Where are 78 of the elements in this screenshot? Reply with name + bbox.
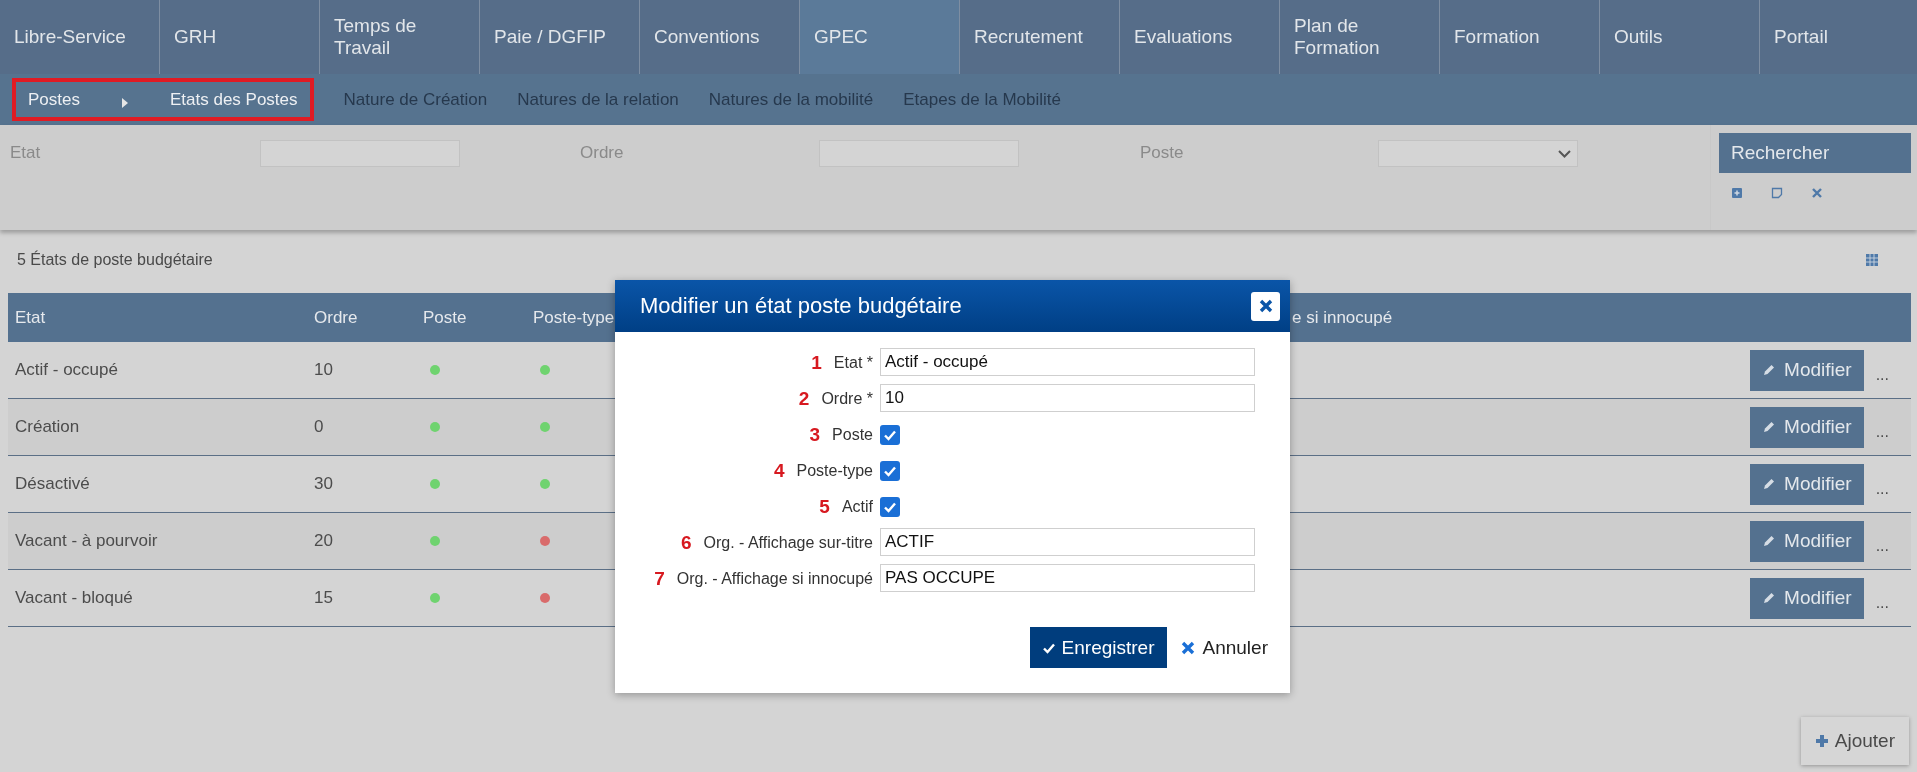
column-header: Ordre — [314, 307, 358, 328]
close-button[interactable] — [1251, 291, 1280, 321]
subnav-link[interactable]: Natures de la mobilité — [708, 89, 874, 110]
add-button[interactable]: Ajouter — [1800, 717, 1909, 765]
more-link[interactable]: ... — [1875, 527, 1889, 555]
column-header: Etat — [15, 307, 46, 328]
cancel-button[interactable]: Annuler — [1180, 636, 1268, 659]
field-label: Etat * — [833, 353, 873, 372]
search-button[interactable]: Rechercher — [1719, 133, 1911, 173]
field-label: Poste — [832, 425, 873, 444]
more-link[interactable]: ... — [1875, 470, 1889, 498]
more-link[interactable]: ... — [1875, 413, 1889, 441]
field-label: Poste-type — [796, 461, 873, 480]
column-header: Poste-type — [533, 307, 615, 328]
list-title: 5 États de poste budgétaire — [17, 251, 213, 269]
pencil-icon — [1762, 591, 1777, 605]
select-field[interactable] — [1378, 140, 1578, 167]
checkbox[interactable] — [880, 424, 900, 445]
save-button[interactable]: Enregistrer — [1029, 627, 1167, 668]
close-icon[interactable] — [1811, 187, 1823, 199]
step-number: 5 — [819, 495, 830, 518]
table-cell-text: Vacant - à pourvoir — [14, 531, 159, 551]
filter-label: Ordre — [579, 142, 625, 164]
pencil-icon — [1762, 477, 1777, 491]
edit-button[interactable]: Modifier — [1750, 520, 1864, 562]
column-header: Poste — [423, 307, 467, 328]
edit-button[interactable]: Modifier — [1750, 406, 1864, 448]
close-icon — [1258, 299, 1273, 313]
close-icon — [1180, 640, 1195, 655]
checkbox[interactable] — [880, 496, 900, 517]
pencil-icon — [1762, 363, 1777, 377]
text-field[interactable]: 10 — [880, 384, 1255, 412]
plus-square-icon[interactable] — [1731, 187, 1743, 199]
edit-button[interactable]: Modifier — [1750, 577, 1864, 619]
nav-tab[interactable]: GPEC — [800, 0, 960, 74]
pencil-icon — [1762, 534, 1777, 548]
breadcrumb-link[interactable]: Etats des Postes — [164, 89, 304, 110]
column-header: e si innocupé — [1292, 307, 1393, 328]
pencil-icon — [1762, 420, 1777, 434]
text-field[interactable]: ACTIF — [880, 528, 1255, 556]
caret-right-icon — [120, 96, 130, 109]
dialog-title: Modifier un état poste budgétaire — [640, 293, 962, 319]
field-label: Org. - Affichage sur-titre — [703, 533, 873, 552]
edit-button[interactable]: Modifier — [1750, 463, 1864, 505]
step-number: 2 — [798, 387, 810, 410]
table-icon[interactable] — [1865, 253, 1879, 267]
filter-label: Poste — [1139, 142, 1185, 164]
text-field[interactable]: PAS OCCUPE — [880, 564, 1255, 592]
table-cell-text: 0 — [313, 417, 325, 437]
field-label: Actif — [841, 497, 873, 516]
table-cell-text: 20 — [313, 531, 334, 551]
step-number: 3 — [809, 423, 821, 446]
subnav-link[interactable]: Natures de la relation — [517, 89, 679, 110]
table-cell-text: Actif - occupé — [14, 360, 119, 380]
plus-icon — [1814, 734, 1829, 748]
table-cell-text: Création — [14, 417, 81, 437]
text-field[interactable]: Actif - occupé — [880, 348, 1255, 376]
table-cell-text: Désactivé — [14, 474, 91, 494]
breadcrumb-link[interactable]: Postes — [22, 89, 86, 110]
more-link[interactable]: ... — [1875, 356, 1889, 384]
note-icon[interactable] — [1771, 187, 1783, 199]
edit-button[interactable]: Modifier — [1750, 349, 1864, 391]
step-number: 7 — [654, 567, 665, 590]
table-cell-text: 15 — [313, 588, 334, 608]
more-link[interactable]: ... — [1875, 584, 1889, 612]
table-cell-text: 10 — [313, 360, 334, 380]
field-label: Org. - Affichage si innocupé — [676, 569, 873, 588]
table-cell-text: 30 — [313, 474, 334, 494]
field-label: Ordre * — [821, 389, 873, 408]
table-cell-text: Vacant - bloqué — [14, 588, 134, 608]
subnav-link[interactable]: Etapes de la Mobilité — [903, 89, 1062, 110]
chevron-down-icon — [1558, 149, 1571, 158]
subnav-link[interactable]: Nature de Création — [343, 89, 488, 110]
filter-label: Etat — [9, 142, 42, 164]
step-number: 1 — [811, 351, 822, 374]
checkbox[interactable] — [880, 460, 900, 481]
step-number: 4 — [773, 459, 785, 482]
step-number: 6 — [680, 531, 692, 554]
